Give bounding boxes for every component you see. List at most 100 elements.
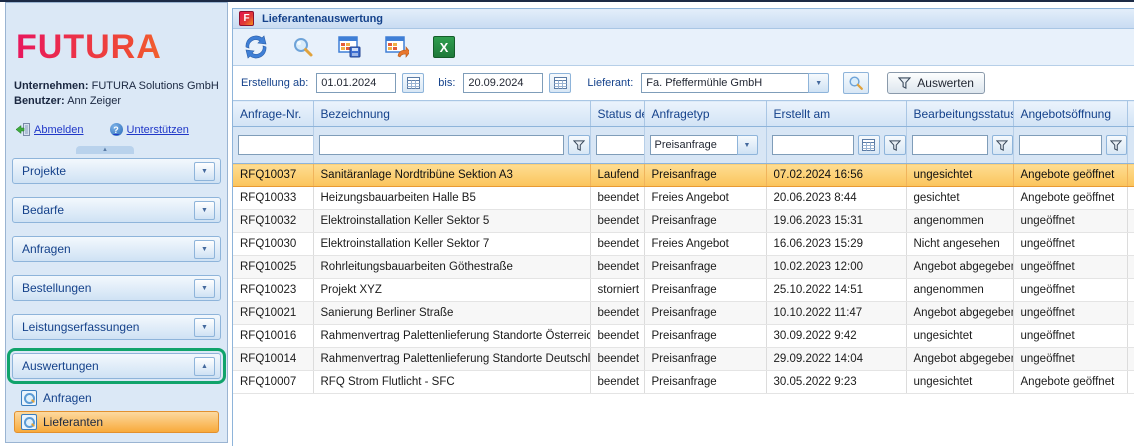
cell[interactable]: Angebot abgegeben bbox=[906, 302, 1013, 325]
cell[interactable]: beendet bbox=[590, 187, 644, 210]
filter-funnel-button-1[interactable] bbox=[568, 135, 590, 155]
sidebar-section-bestellungen[interactable]: Bestellungen ▼ bbox=[12, 275, 221, 301]
cell[interactable]: ungeöffnet bbox=[1013, 279, 1127, 302]
cell[interactable]: 10.10.2022 11:47 bbox=[766, 302, 906, 325]
cell[interactable]: 07.02.2024 16:56 bbox=[766, 164, 906, 187]
filter-input-1[interactable] bbox=[319, 135, 564, 155]
table-row[interactable]: RFQ10014Rahmenvertrag Palettenlieferung … bbox=[233, 348, 1134, 371]
sidebar-section-auswertungen[interactable]: Auswertungen ▲ bbox=[12, 353, 221, 379]
cell[interactable]: ungesichtet bbox=[906, 164, 1013, 187]
cell[interactable]: Heizungsbauarbeiten Halle B5 bbox=[313, 187, 590, 210]
column-header-3[interactable]: Anfragetyp bbox=[644, 101, 766, 127]
column-header-5[interactable]: Bearbeitungsstatus bbox=[906, 101, 1013, 127]
cell[interactable]: beendet bbox=[590, 256, 644, 279]
table-row[interactable]: RFQ10030Elektroinstallation Keller Sekto… bbox=[233, 233, 1134, 256]
cell[interactable]: RFQ10021 bbox=[233, 302, 313, 325]
supplier-dropdown-icon[interactable]: ▼ bbox=[808, 73, 829, 93]
refresh-button[interactable] bbox=[243, 34, 269, 60]
cell[interactable]: storniert bbox=[590, 279, 644, 302]
cell[interactable]: ungeöffnet bbox=[1013, 302, 1127, 325]
table-row[interactable]: RFQ10021Sanierung Berliner Straßebeendet… bbox=[233, 302, 1134, 325]
cell[interactable]: ungeöffnet bbox=[1013, 210, 1127, 233]
cell[interactable]: Sanierung Berliner Straße bbox=[313, 302, 590, 325]
cell[interactable]: Angebote geöffnet bbox=[1013, 371, 1127, 394]
support-link[interactable]: ? Unterstützen bbox=[110, 123, 189, 136]
cell[interactable]: RFQ10033 bbox=[233, 187, 313, 210]
cell[interactable]: RFQ10030 bbox=[233, 233, 313, 256]
table-row[interactable]: RFQ10037Sanitäranlage Nordtribüne Sektio… bbox=[233, 164, 1134, 187]
cell[interactable]: Freies Angebot bbox=[644, 233, 766, 256]
cell[interactable]: RFQ10025 bbox=[233, 256, 313, 279]
cell[interactable]: RFQ10016 bbox=[233, 325, 313, 348]
sidebar-item-lieferanten[interactable]: Lieferanten bbox=[14, 411, 219, 433]
chevron-down-icon[interactable]: ▼ bbox=[194, 162, 215, 181]
filter-input-5[interactable] bbox=[912, 135, 988, 155]
cell[interactable]: Angebote geöffnet bbox=[1013, 187, 1127, 210]
cell[interactable]: RFQ Strom Flutlicht - SFC bbox=[313, 371, 590, 394]
filter-select-input-3[interactable] bbox=[650, 135, 737, 155]
chevron-down-icon[interactable]: ▼ bbox=[737, 135, 758, 155]
cell[interactable]: Preisanfrage bbox=[644, 164, 766, 187]
cell[interactable]: Nicht angesehen bbox=[906, 233, 1013, 256]
cell[interactable]: Rahmenvertrag Palettenlieferung Standort… bbox=[313, 325, 590, 348]
cell[interactable]: beendet bbox=[590, 325, 644, 348]
cell[interactable]: RFQ10007 bbox=[233, 371, 313, 394]
cell[interactable]: Angebot abgegeben bbox=[906, 348, 1013, 371]
column-header-0[interactable]: Anfrage-Nr. bbox=[233, 101, 313, 127]
cell[interactable]: beendet bbox=[590, 348, 644, 371]
cell[interactable]: Elektroinstallation Keller Sektor 7 bbox=[313, 233, 590, 256]
filter-funnel-button-5[interactable] bbox=[992, 135, 1013, 155]
supplier-search-button[interactable] bbox=[843, 72, 869, 94]
cell[interactable]: Projekt XYZ bbox=[313, 279, 590, 302]
to-date-input[interactable] bbox=[463, 73, 543, 93]
filter-input-2[interactable] bbox=[596, 135, 645, 155]
cell[interactable]: Freies Angebot bbox=[644, 187, 766, 210]
cell[interactable]: ungeöffnet bbox=[1013, 348, 1127, 371]
cell[interactable]: Laufend bbox=[590, 164, 644, 187]
table-row[interactable]: RFQ10032Elektroinstallation Keller Sekto… bbox=[233, 210, 1134, 233]
cell[interactable]: RFQ10023 bbox=[233, 279, 313, 302]
cell[interactable]: beendet bbox=[590, 302, 644, 325]
cell[interactable]: RFQ10014 bbox=[233, 348, 313, 371]
filter-funnel-button-4[interactable] bbox=[884, 135, 906, 155]
cell[interactable]: Preisanfrage bbox=[644, 256, 766, 279]
cell[interactable]: angenommen bbox=[906, 279, 1013, 302]
cell[interactable]: RFQ10037 bbox=[233, 164, 313, 187]
evaluate-button[interactable]: Auswerten bbox=[887, 72, 985, 94]
column-header-1[interactable]: Bezeichnung bbox=[313, 101, 590, 127]
excel-export-button[interactable]: X bbox=[431, 34, 457, 60]
save-layout-button[interactable] bbox=[337, 34, 363, 60]
cell[interactable]: Preisanfrage bbox=[644, 302, 766, 325]
sidebar-item-anfragen[interactable]: Anfragen bbox=[14, 387, 219, 409]
table-row[interactable]: RFQ10016Rahmenvertrag Palettenlieferung … bbox=[233, 325, 1134, 348]
chevron-down-icon[interactable]: ▼ bbox=[194, 201, 215, 220]
sidebar-section-projekte[interactable]: Projekte ▼ bbox=[12, 158, 221, 184]
cell[interactable]: Angebot abgegeben bbox=[906, 256, 1013, 279]
from-date-calendar-button[interactable] bbox=[402, 73, 424, 93]
cell[interactable]: Preisanfrage bbox=[644, 279, 766, 302]
chevron-down-icon[interactable]: ▼ bbox=[194, 240, 215, 259]
column-header-7[interactable] bbox=[1127, 101, 1134, 127]
column-header-6[interactable]: Angebotsöffnung bbox=[1013, 101, 1127, 127]
cell[interactable]: ungeöffnet bbox=[1013, 233, 1127, 256]
cell[interactable]: Angebote geöffnet bbox=[1013, 164, 1127, 187]
cell[interactable]: Preisanfrage bbox=[644, 210, 766, 233]
cell[interactable]: ungeöffnet bbox=[1013, 256, 1127, 279]
cell[interactable]: beendet bbox=[590, 210, 644, 233]
splitter-collapse-icon[interactable]: ▲ bbox=[76, 146, 134, 154]
cell[interactable]: Rohrleitungsbauarbeiten Göthestraße bbox=[313, 256, 590, 279]
table-row[interactable]: RFQ10025Rohrleitungsbauarbeiten Göthestr… bbox=[233, 256, 1134, 279]
cell[interactable]: Preisanfrage bbox=[644, 348, 766, 371]
table-row[interactable]: RFQ10023Projekt XYZstorniertPreisanfrage… bbox=[233, 279, 1134, 302]
export-layout-button[interactable] bbox=[384, 34, 410, 60]
cell[interactable]: Preisanfrage bbox=[644, 325, 766, 348]
logout-link[interactable]: Abmelden bbox=[16, 123, 84, 136]
cell[interactable]: 20.06.2023 8:44 bbox=[766, 187, 906, 210]
filter-input-0[interactable] bbox=[238, 135, 313, 155]
sidebar-section-leistungserfassungen[interactable]: Leistungserfassungen ▼ bbox=[12, 314, 221, 340]
sidebar-section-anfragen[interactable]: Anfragen ▼ bbox=[12, 236, 221, 262]
chevron-down-icon[interactable]: ▼ bbox=[194, 279, 215, 298]
cell[interactable]: 30.09.2022 9:42 bbox=[766, 325, 906, 348]
cell[interactable]: Sanitäranlage Nordtribüne Sektion A3 bbox=[313, 164, 590, 187]
cell[interactable]: 19.06.2023 15:31 bbox=[766, 210, 906, 233]
